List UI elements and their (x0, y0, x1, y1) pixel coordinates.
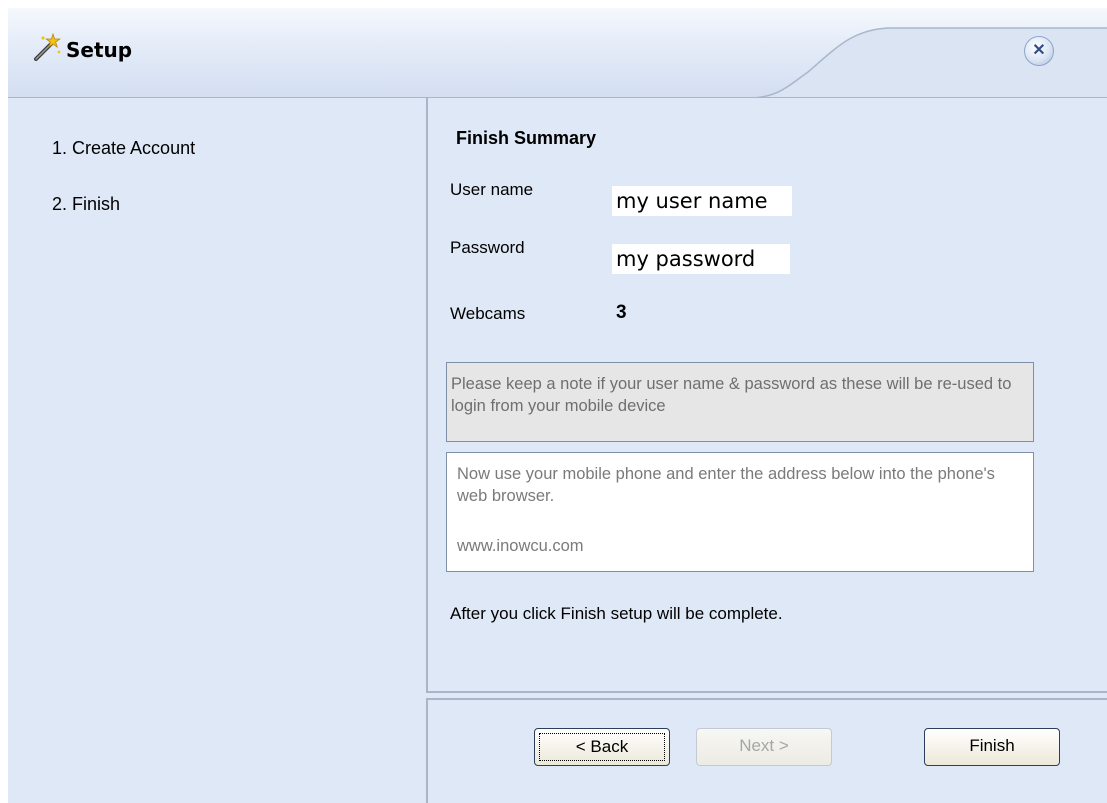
button-bar: < Back Next > Finish (426, 698, 1107, 803)
completion-message: After you click Finish setup will be com… (450, 604, 783, 623)
setup-window: Setup ✕ 1. Create Account 2. Finish Fini… (8, 8, 1107, 803)
next-button[interactable]: Next > (696, 728, 832, 766)
back-button-label: < Back (539, 733, 665, 761)
password-value: my password (612, 244, 790, 274)
back-button[interactable]: < Back (534, 728, 670, 766)
user-name-value: my user name (612, 186, 792, 216)
password-label: Password (450, 238, 525, 257)
sidebar-item-finish[interactable]: 2. Finish (52, 194, 120, 215)
sidebar-item-create-account[interactable]: 1. Create Account (52, 138, 195, 159)
webcams-count: 3 (616, 302, 627, 323)
close-icon: ✕ (1032, 42, 1046, 59)
title-bar: Setup ✕ (8, 8, 1107, 98)
user-name-label: User name (450, 180, 534, 199)
window-title: Setup (66, 38, 133, 62)
close-button[interactable]: ✕ (1024, 36, 1054, 66)
page-title: Finish Summary (456, 128, 597, 148)
summary-panel: Finish Summary User name my user name Pa… (426, 98, 1107, 693)
mobile-instructions-box: Now use your mobile phone and enter the … (446, 452, 1034, 572)
webcams-label: Webcams (450, 304, 526, 323)
website-address: www.inowcu.com (457, 537, 584, 555)
title-bar-decoration (8, 27, 1107, 98)
setup-wand-icon (34, 32, 62, 61)
credentials-note: Please keep a note if your user name & p… (446, 362, 1034, 442)
finish-button[interactable]: Finish (924, 728, 1060, 766)
steps-sidebar: 1. Create Account 2. Finish (8, 98, 426, 803)
mobile-instructions-text: Now use your mobile phone and enter the … (457, 465, 995, 505)
